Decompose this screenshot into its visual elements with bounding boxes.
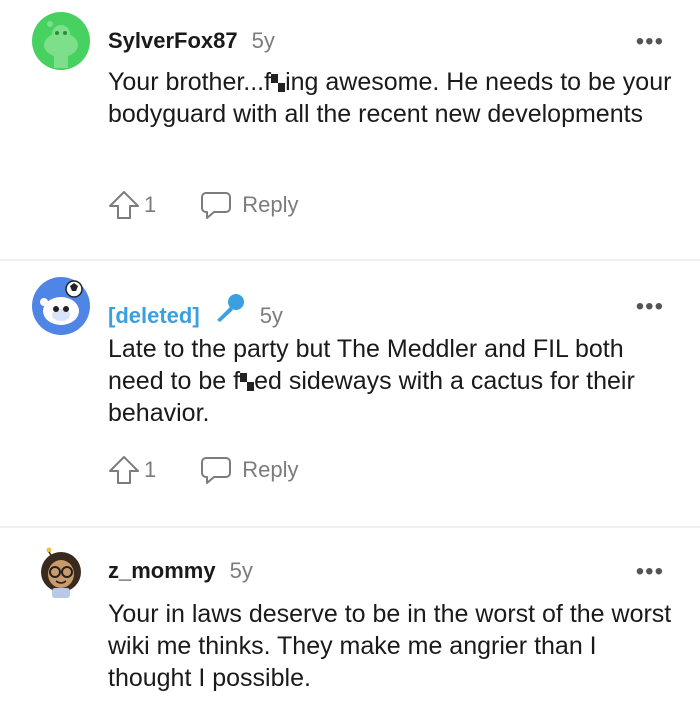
- comment-body: Your in laws deserve to be in the worst …: [108, 600, 672, 692]
- reply-label: Reply: [242, 457, 299, 482]
- reply-label: Reply: [242, 192, 299, 217]
- upvote-icon: [109, 456, 139, 484]
- comment-header: z_mommy 5y: [108, 558, 253, 584]
- comment-age: 5y: [259, 303, 283, 328]
- upvote-button[interactable]: 1: [108, 455, 156, 485]
- comment-1: SylverFox87 5y ••• Your brother...f ing a…: [0, 0, 700, 259]
- upvote-icon: [109, 191, 139, 219]
- comment-2: [deleted] 5y ••• Late to the party but T…: [0, 261, 700, 526]
- censor-icon: [240, 373, 255, 391]
- more-icon[interactable]: •••: [636, 560, 664, 584]
- comment-body-part-1: Your brother...f: [108, 68, 272, 96]
- comment-3: z_mommy 5y ••• Your in laws deserve to b…: [0, 528, 700, 722]
- comment-actions: 1 Reply: [108, 455, 299, 485]
- upvote-button[interactable]: 1: [108, 190, 156, 220]
- user-avatar[interactable]: [32, 12, 90, 70]
- user-avatar[interactable]: [32, 277, 90, 335]
- comment-icon: [201, 457, 232, 484]
- comment-icon: [201, 192, 232, 219]
- comment-age: 5y: [251, 28, 275, 53]
- username[interactable]: z_mommy: [108, 558, 216, 584]
- vote-count: 1: [144, 192, 157, 217]
- vote-count: 1: [144, 457, 157, 482]
- username: [deleted]: [108, 303, 200, 328]
- comment-body: Your brother...f ing awesome. He needs to…: [108, 66, 678, 130]
- username[interactable]: SylverFox87: [108, 28, 238, 54]
- comment-header: [deleted] 5y: [108, 293, 283, 329]
- reply-button[interactable]: Reply: [200, 190, 299, 220]
- microphone-icon: [216, 294, 244, 322]
- comment-header: SylverFox87 5y: [108, 28, 275, 54]
- more-icon[interactable]: •••: [636, 295, 664, 319]
- comment-body: Late to the party but The Meddler and FI…: [108, 333, 678, 429]
- censor-icon: [271, 74, 286, 92]
- more-icon[interactable]: •••: [636, 30, 664, 54]
- comment-actions: 1 Reply: [108, 190, 299, 220]
- reply-button[interactable]: Reply: [200, 455, 299, 485]
- user-avatar[interactable]: [32, 542, 90, 600]
- comment-age: 5y: [229, 558, 253, 583]
